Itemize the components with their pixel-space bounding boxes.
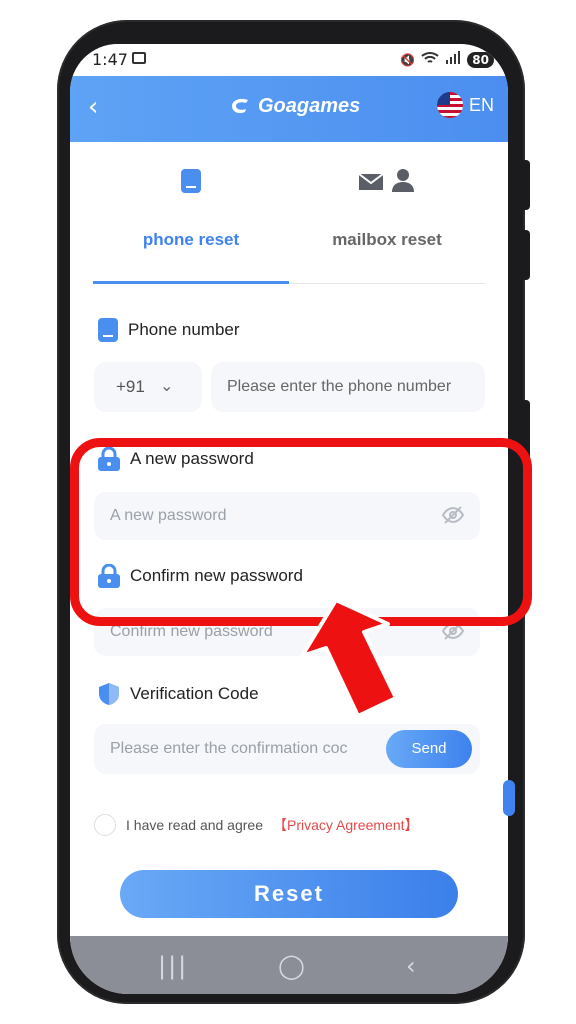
tab-phone-reset[interactable]: phone reset bbox=[93, 164, 289, 264]
country-code: +91 bbox=[116, 377, 145, 396]
tab-label: phone reset bbox=[142, 230, 240, 249]
verification-placeholder: Please enter the confirmation coc bbox=[110, 740, 348, 757]
agreement-row: I have read and agree 【Privacy Agreement… bbox=[94, 814, 419, 836]
screenshot-icon bbox=[132, 52, 146, 64]
tab-label: mailbox reset bbox=[332, 230, 442, 249]
recents-icon[interactable]: ||| bbox=[158, 952, 188, 980]
chevron-down-icon: ⌄ bbox=[160, 376, 174, 395]
tab-mailbox-reset[interactable]: mailbox reset bbox=[289, 164, 485, 264]
brand-name: Goagames bbox=[258, 94, 361, 117]
battery-badge: 80 bbox=[467, 51, 494, 68]
annotation-arrow-icon bbox=[300, 598, 398, 718]
goagames-logo-icon bbox=[232, 98, 248, 114]
country-code-select[interactable]: +91 ⌄ bbox=[94, 362, 202, 412]
status-bar: 1:47 🔇 80 bbox=[70, 44, 508, 76]
send-code-button[interactable]: Send bbox=[386, 730, 472, 768]
home-icon[interactable]: ◯ bbox=[278, 952, 305, 980]
floating-side-tab[interactable] bbox=[503, 780, 515, 816]
volume-button bbox=[521, 160, 530, 210]
verification-title: Verification Code bbox=[98, 682, 259, 706]
agreement-text: I have read and agree bbox=[126, 817, 263, 833]
brand-logo: Goagames bbox=[228, 94, 360, 118]
active-tab-indicator bbox=[93, 281, 289, 284]
wifi-icon bbox=[421, 51, 439, 68]
privacy-agreement-link[interactable]: 【Privacy Agreement】 bbox=[273, 815, 419, 835]
back-icon[interactable]: ‹ bbox=[88, 92, 98, 122]
status-time: 1:47 bbox=[92, 50, 128, 69]
phone-icon bbox=[181, 169, 201, 193]
language-selector[interactable]: EN bbox=[436, 92, 494, 118]
mail-user-icon bbox=[358, 169, 414, 192]
signal-icon bbox=[445, 51, 461, 68]
header-bar: ‹ Goagames EN bbox=[70, 76, 508, 142]
phone-title-text: Phone number bbox=[128, 320, 240, 339]
volume-button bbox=[521, 230, 530, 280]
phone-icon bbox=[98, 318, 118, 342]
agree-checkbox[interactable] bbox=[94, 814, 116, 836]
reset-button[interactable]: Reset bbox=[120, 870, 458, 918]
back-nav-icon[interactable]: ‹ bbox=[406, 952, 416, 980]
shield-icon bbox=[99, 683, 119, 705]
language-label: EN bbox=[468, 94, 494, 115]
verification-title-text: Verification Code bbox=[130, 684, 259, 703]
us-flag-icon bbox=[436, 92, 463, 118]
phone-placeholder: Please enter the phone number bbox=[227, 378, 452, 395]
system-nav-bar: ||| ◯ ‹ bbox=[70, 936, 508, 994]
verification-input[interactable]: Please enter the confirmation coc Send bbox=[94, 724, 480, 774]
phone-input[interactable]: Please enter the phone number bbox=[211, 362, 485, 412]
phone-field-title: Phone number bbox=[98, 318, 240, 342]
mute-icon: 🔇 bbox=[400, 52, 416, 67]
